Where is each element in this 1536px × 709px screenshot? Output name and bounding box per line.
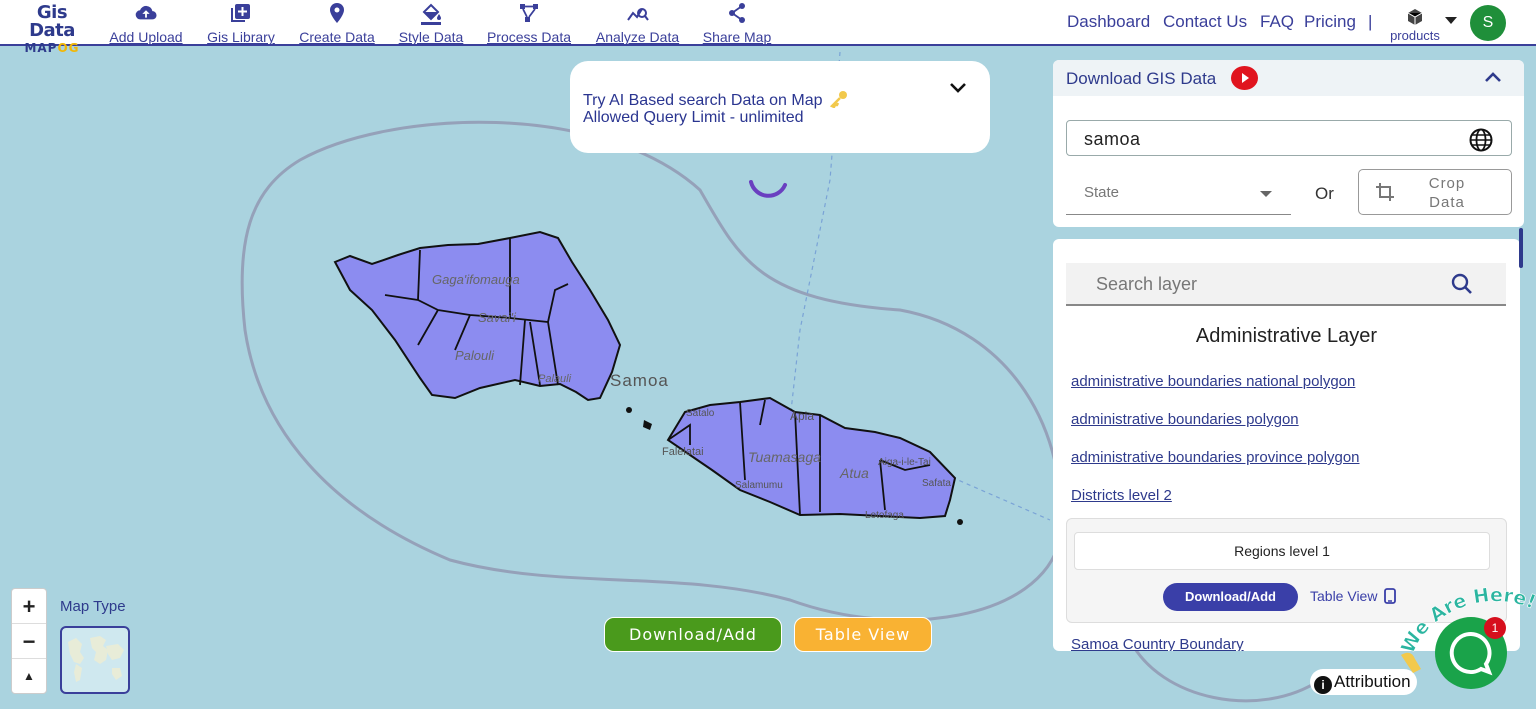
zoom-in-button[interactable]: + [12, 589, 46, 624]
key-icon [829, 91, 847, 109]
paint-bucket-icon [394, 3, 468, 25]
search-layer-input[interactable]: Search layer [1066, 263, 1506, 306]
library-add-icon [201, 3, 281, 25]
nav-contact-us[interactable]: Contact Us [1163, 12, 1247, 32]
svg-text:Gaga'ifomauga: Gaga'ifomauga [432, 272, 520, 287]
nav-analyze-data[interactable]: Analyze Data [590, 3, 685, 45]
gisdata-logo[interactable]: Gis Data MAPOG [14, 2, 90, 55]
nav-gis-library[interactable]: Gis Library [201, 3, 281, 45]
waving-hand-icon [1401, 652, 1421, 673]
nav-add-upload[interactable]: Add Upload [104, 3, 188, 45]
cloud-upload-icon [104, 3, 188, 25]
cube-icon [1384, 8, 1446, 28]
share-icon [698, 3, 776, 25]
nav-create-data[interactable]: Create Data [294, 3, 380, 45]
ai-search-text: Try AI Based search Data on Map [583, 90, 849, 110]
state-select[interactable]: State [1066, 177, 1291, 215]
nav-separator: | [1368, 12, 1373, 31]
layer-link[interactable]: administrative boundaries national polyg… [1071, 373, 1355, 390]
location-pin-icon [294, 3, 380, 25]
zoom-out-button[interactable]: − [12, 624, 46, 659]
panel-scrollbar[interactable] [1519, 228, 1523, 268]
nav-process-data[interactable]: Process Data [481, 3, 577, 45]
layer-table-view-button[interactable]: Table View [1310, 588, 1397, 604]
svg-text:Apia: Apia [790, 409, 814, 423]
layer-link[interactable]: Districts level 2 [1071, 487, 1172, 504]
svg-text:Salamumu: Salamumu [735, 480, 783, 491]
logo-line1: Gis Data [29, 2, 75, 41]
top-navbar: Gis Data MAPOG Add Upload Gis Library Cr… [0, 0, 1536, 54]
svg-text:Palouli: Palouli [455, 348, 495, 363]
svg-text:Palauli: Palauli [538, 373, 572, 385]
svg-text:Satalo: Satalo [686, 408, 715, 419]
chat-notification-badge: 1 [1484, 617, 1506, 639]
svg-text:Tuamasaga: Tuamasaga [748, 449, 821, 465]
info-icon: i [1314, 676, 1332, 694]
zoom-controls: + − ▲ [11, 588, 47, 694]
or-label: Or [1315, 184, 1334, 203]
process-nodes-icon [481, 3, 577, 25]
crop-icon [1375, 182, 1395, 207]
layer-download-add-button[interactable]: Download/Add [1163, 583, 1298, 611]
loading-spinner [749, 180, 787, 198]
nav-style-data[interactable]: Style Data [394, 3, 468, 45]
svg-text:Lotofaga: Lotofaga [865, 510, 904, 521]
svg-text:Safata: Safata [922, 478, 951, 489]
analyze-chart-icon [590, 3, 685, 25]
products-menu[interactable]: products [1384, 8, 1446, 43]
chevron-down-icon[interactable] [1445, 17, 1457, 24]
dropdown-arrow-icon [1260, 191, 1272, 197]
search-icon[interactable] [1451, 273, 1473, 300]
avatar[interactable]: S [1470, 5, 1506, 41]
nav-share-map[interactable]: Share Map [698, 3, 776, 45]
youtube-icon[interactable] [1231, 66, 1258, 90]
download-gis-panel: Download GIS Data samoa State Or Crop Da… [1053, 60, 1524, 227]
ai-query-limit: Allowed Query Limit - unlimited [583, 109, 804, 126]
svg-text:Savai'i: Savai'i [478, 310, 517, 325]
map-type-thumbnail[interactable] [60, 626, 130, 694]
download-panel-title: Download GIS Data [1066, 69, 1217, 88]
country-search-input[interactable]: samoa [1066, 120, 1512, 156]
nav-faq[interactable]: FAQ [1260, 12, 1294, 32]
download-panel-header[interactable]: Download GIS Data [1053, 60, 1524, 96]
map-download-add-button[interactable]: Download/Add [604, 617, 782, 652]
compass-reset-button[interactable]: ▲ [12, 659, 46, 694]
administrative-layer-heading: Administrative Layer [1195, 325, 1378, 347]
selected-layer-name: Regions level 1 [1074, 532, 1490, 570]
globe-icon[interactable] [1469, 128, 1493, 157]
country-label-samoa: Samoa [610, 371, 669, 390]
map-table-view-button[interactable]: Table View [794, 617, 932, 652]
layer-link[interactable]: administrative boundaries province polyg… [1071, 449, 1360, 466]
svg-text:Falelatai: Falelatai [662, 446, 704, 458]
chevron-up-icon[interactable] [1483, 70, 1503, 89]
chevron-down-icon[interactable] [948, 81, 968, 100]
logo-line2: MAPOG [24, 41, 80, 55]
crop-data-button[interactable]: Crop Data [1358, 169, 1512, 215]
nav-dashboard[interactable]: Dashboard [1067, 12, 1150, 32]
ai-search-box[interactable]: Try AI Based search Data on Map Allowed … [570, 61, 990, 153]
nav-pricing[interactable]: Pricing [1304, 12, 1356, 32]
svg-text:Aiga-i-le-Tai: Aiga-i-le-Tai [878, 457, 931, 468]
svg-text:Atua: Atua [839, 465, 869, 481]
layer-link[interactable]: Samoa Country Boundary [1071, 636, 1244, 651]
map-type-label: Map Type [60, 598, 126, 615]
layer-link[interactable]: administrative boundaries polygon [1071, 411, 1299, 428]
